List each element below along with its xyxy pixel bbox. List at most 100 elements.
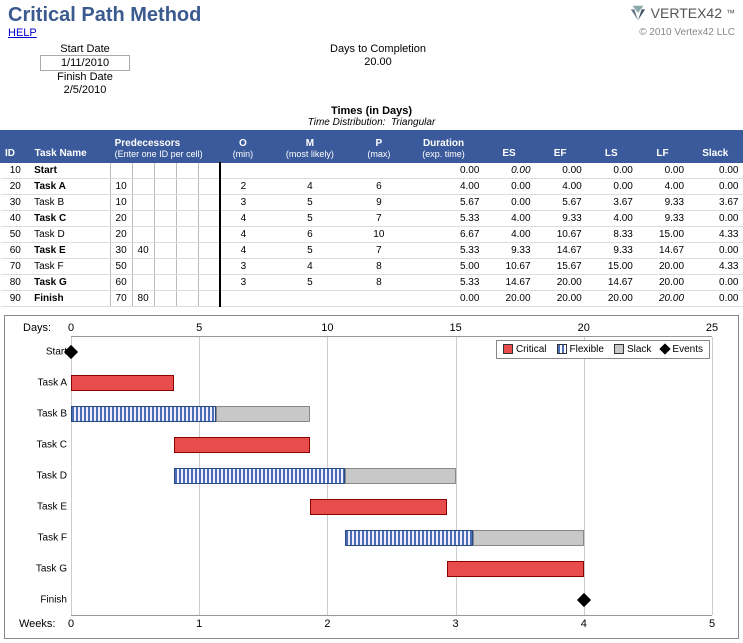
table-row[interactable]: 10Start0.000.000.000.000.000.00	[1, 163, 743, 179]
table-row[interactable]: 40Task C204575.334.009.334.009.330.00	[1, 211, 743, 227]
cell-p[interactable]	[354, 163, 404, 179]
cell-pred[interactable]	[132, 195, 154, 211]
cell-pred[interactable]: 30	[110, 243, 132, 259]
cell-m[interactable]	[266, 291, 354, 307]
cell-pred[interactable]: 10	[110, 195, 132, 211]
cell-pred[interactable]	[176, 259, 198, 275]
cell-pred[interactable]	[154, 195, 176, 211]
table-row[interactable]: 20Task A102464.000.004.000.004.000.00	[1, 179, 743, 195]
cell-pred[interactable]	[154, 179, 176, 195]
cell-pred[interactable]: 20	[110, 227, 132, 243]
cell-pred[interactable]	[154, 275, 176, 291]
cell-pred[interactable]	[198, 291, 220, 307]
cell-pred[interactable]	[198, 163, 220, 179]
cell-pred[interactable]	[198, 211, 220, 227]
cell-m[interactable]: 4	[266, 259, 354, 275]
cell-m[interactable]: 5	[266, 275, 354, 291]
cell-pred[interactable]	[110, 163, 132, 179]
cell-o[interactable]: 2	[220, 179, 266, 195]
cell-p[interactable]: 9	[354, 195, 404, 211]
cell-pred[interactable]	[132, 211, 154, 227]
cell-name[interactable]: Task B	[30, 195, 110, 211]
cell-id[interactable]: 80	[1, 275, 31, 291]
cell-m[interactable]: 5	[266, 243, 354, 259]
cell-pred[interactable]	[198, 275, 220, 291]
cell-p[interactable]: 10	[354, 227, 404, 243]
cell-name[interactable]: Task E	[30, 243, 110, 259]
cell-p[interactable]: 7	[354, 243, 404, 259]
cell-o[interactable]	[220, 163, 266, 179]
table-row[interactable]: 90Finish70800.0020.0020.0020.0020.000.00	[1, 291, 743, 307]
cell-pred[interactable]	[132, 179, 154, 195]
table-row[interactable]: 80Task G603585.3314.6720.0014.6720.000.0…	[1, 275, 743, 291]
cell-o[interactable]: 3	[220, 195, 266, 211]
cell-pred[interactable]	[198, 179, 220, 195]
cell-pred[interactable]	[132, 227, 154, 243]
cell-pred[interactable]	[176, 243, 198, 259]
cell-pred[interactable]: 10	[110, 179, 132, 195]
cell-id[interactable]: 90	[1, 291, 31, 307]
cell-pred[interactable]	[132, 275, 154, 291]
table-row[interactable]: 70Task F503485.0010.6715.6715.0020.004.3…	[1, 259, 743, 275]
cell-pred[interactable]	[176, 179, 198, 195]
cell-id[interactable]: 30	[1, 195, 31, 211]
cell-pred[interactable]: 50	[110, 259, 132, 275]
cell-o[interactable]: 4	[220, 227, 266, 243]
cell-p[interactable]: 8	[354, 259, 404, 275]
cell-m[interactable]	[266, 163, 354, 179]
cell-id[interactable]: 40	[1, 211, 31, 227]
cell-name[interactable]: Task C	[30, 211, 110, 227]
cell-name[interactable]: Task G	[30, 275, 110, 291]
cell-id[interactable]: 20	[1, 179, 31, 195]
cell-pred[interactable]	[176, 227, 198, 243]
cell-pred[interactable]	[198, 227, 220, 243]
start-date-value[interactable]: 1/11/2010	[40, 55, 130, 71]
cell-o[interactable]: 4	[220, 243, 266, 259]
cell-pred[interactable]	[176, 211, 198, 227]
cell-name[interactable]: Task A	[30, 179, 110, 195]
cell-m[interactable]: 6	[266, 227, 354, 243]
cell-pred[interactable]	[176, 291, 198, 307]
cell-pred[interactable]: 80	[132, 291, 154, 307]
cell-m[interactable]: 4	[266, 179, 354, 195]
cell-p[interactable]: 6	[354, 179, 404, 195]
cell-pred[interactable]: 70	[110, 291, 132, 307]
cell-pred[interactable]: 60	[110, 275, 132, 291]
cell-o[interactable]: 4	[220, 211, 266, 227]
cell-pred[interactable]	[154, 211, 176, 227]
cell-pred[interactable]	[132, 163, 154, 179]
cell-id[interactable]: 10	[1, 163, 31, 179]
cell-name[interactable]: Finish	[30, 291, 110, 307]
cell-name[interactable]: Task F	[30, 259, 110, 275]
cell-pred[interactable]: 40	[132, 243, 154, 259]
cell-m[interactable]: 5	[266, 211, 354, 227]
cell-o[interactable]: 3	[220, 275, 266, 291]
cell-p[interactable]: 7	[354, 211, 404, 227]
cell-id[interactable]: 60	[1, 243, 31, 259]
cell-pred[interactable]	[154, 227, 176, 243]
table-row[interactable]: 60Task E30404575.339.3314.679.3314.670.0…	[1, 243, 743, 259]
cell-pred[interactable]	[154, 243, 176, 259]
cell-id[interactable]: 50	[1, 227, 31, 243]
cell-m[interactable]: 5	[266, 195, 354, 211]
cell-name[interactable]: Start	[30, 163, 110, 179]
cell-pred[interactable]	[154, 259, 176, 275]
cell-p[interactable]	[354, 291, 404, 307]
table-row[interactable]: 50Task D2046106.674.0010.678.3315.004.33	[1, 227, 743, 243]
cell-pred[interactable]	[176, 163, 198, 179]
cell-pred[interactable]: 20	[110, 211, 132, 227]
cell-pred[interactable]	[198, 195, 220, 211]
cell-pred[interactable]	[176, 275, 198, 291]
cell-pred[interactable]	[154, 163, 176, 179]
cell-name[interactable]: Task D	[30, 227, 110, 243]
cell-pred[interactable]	[154, 291, 176, 307]
cell-o[interactable]	[220, 291, 266, 307]
cell-id[interactable]: 70	[1, 259, 31, 275]
cell-pred[interactable]	[132, 259, 154, 275]
cell-p[interactable]: 8	[354, 275, 404, 291]
table-row[interactable]: 30Task B103595.670.005.673.679.333.67	[1, 195, 743, 211]
help-link[interactable]: HELP	[0, 27, 45, 39]
cell-pred[interactable]	[198, 243, 220, 259]
cell-o[interactable]: 3	[220, 259, 266, 275]
cell-pred[interactable]	[198, 259, 220, 275]
